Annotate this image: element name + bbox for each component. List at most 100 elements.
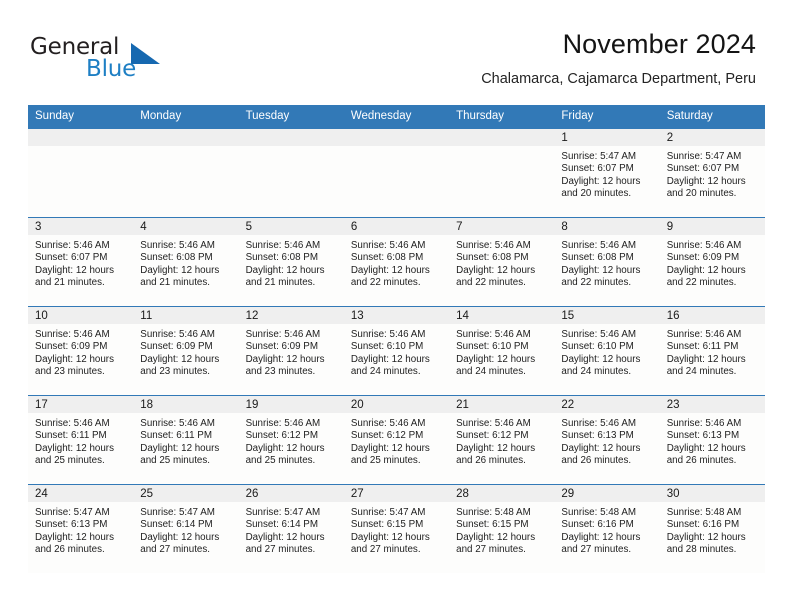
daylight-text: Daylight: 12 hours and 22 minutes. [666,264,746,289]
day-cell-details: Sunrise: 5:46 AM Sunset: 6:10 PM Daylight:… [449,324,554,379]
sunset-text: Sunset: 6:15 PM [456,519,529,531]
calendar-day-cell[interactable]: 23 Sunrise: 5:46 AM Sunset: 6:13 PM Dayligh… [659,395,765,485]
weekday-header-row: Sunday Monday Tuesday Wednesday Thursday Frid… [28,105,765,129]
day-number: 24 [28,485,134,502]
day-number: 3 [28,218,134,235]
day-cell-details: Sunrise: 5:46 AM Sunset: 6:13 PM Daylight:… [554,413,659,468]
day-cell-inner: 17 Sunrise: 5:46 AM Sunset: 6:11 PM Dayligh… [28,396,134,484]
calendar-day-cell[interactable]: 7 Sunrise: 5:46 AM Sunset: 6:08 PM Daylight… [449,217,555,307]
calendar-day-cell[interactable]: 13 Sunrise: 5:46 AM Sunset: 6:10 PM Dayligh… [343,306,450,396]
calendar-body: 1 Sunrise: 5:47 AM Sunset: 6:07 PM Daylight… [28,129,765,573]
sunset-text: Sunset: 6:14 PM [140,519,213,531]
calendar-day-cell[interactable]: 12 Sunrise: 5:46 AM Sunset: 6:09 PM Dayligh… [238,306,344,396]
sunset-text: Sunset: 6:13 PM [666,430,740,442]
daylight-text: Daylight: 12 hours and 26 minutes. [456,442,536,467]
day-number: 4 [133,218,239,235]
calendar-day-cell[interactable]: 14 Sunrise: 5:46 AM Sunset: 6:10 PM Dayligh… [449,306,555,396]
page-subtitle: Chalamarca, Cajamarca Department, Peru [481,71,756,87]
day-cell-inner [133,129,239,217]
day-cell-inner: 26 Sunrise: 5:47 AM Sunset: 6:14 PM Dayligh… [238,485,344,573]
day-cell-inner [28,129,134,217]
day-cell-inner: 20 Sunrise: 5:46 AM Sunset: 6:12 PM Dayligh… [343,396,450,484]
day-cell-inner: 25 Sunrise: 5:47 AM Sunset: 6:14 PM Dayligh… [133,485,239,573]
page-title: November 2024 [562,29,756,59]
calendar-day-cell[interactable]: 25 Sunrise: 5:47 AM Sunset: 6:14 PM Dayligh… [133,484,239,573]
calendar-day-cell[interactable]: 11 Sunrise: 5:46 AM Sunset: 6:09 PM Dayligh… [133,306,239,396]
sunset-text: Sunset: 6:14 PM [245,519,318,531]
day-number: 18 [133,396,239,413]
daylight-text: Daylight: 12 hours and 22 minutes. [350,264,430,289]
calendar-day-cell[interactable]: 15 Sunrise: 5:46 AM Sunset: 6:10 PM Dayligh… [554,306,660,396]
weekday-header-sunday: Sunday [28,105,134,129]
sunrise-text: Sunrise: 5:46 AM [35,240,110,251]
day-cell-details: Sunrise: 5:46 AM Sunset: 6:13 PM Daylight:… [660,413,765,468]
day-cell-inner: 4 Sunrise: 5:46 AM Sunset: 6:08 PM Daylight… [133,218,239,306]
day-cell-inner [449,129,555,217]
daylight-text: Daylight: 12 hours and 26 minutes. [561,442,641,467]
calendar-day-cell[interactable]: 26 Sunrise: 5:47 AM Sunset: 6:14 PM Dayligh… [238,484,344,573]
day-cell-details: Sunrise: 5:46 AM Sunset: 6:09 PM Daylight:… [660,235,765,290]
calendar-day-cell[interactable]: 6 Sunrise: 5:46 AM Sunset: 6:08 PM Daylight… [343,217,450,307]
calendar-day-cell[interactable]: 30 Sunrise: 5:48 AM Sunset: 6:16 PM Dayligh… [659,484,765,573]
day-cell-details: Sunrise: 5:46 AM Sunset: 6:11 PM Daylight:… [28,413,133,468]
sunset-text: Sunset: 6:07 PM [35,252,108,264]
calendar-day-cell[interactable]: 24 Sunrise: 5:47 AM Sunset: 6:13 PM Dayligh… [28,484,134,573]
day-cell-details: Sunrise: 5:47 AM Sunset: 6:07 PM Daylight:… [660,146,765,201]
daylight-text: Daylight: 12 hours and 20 minutes. [666,175,746,200]
day-cell-details: Sunrise: 5:46 AM Sunset: 6:11 PM Daylight:… [133,413,238,468]
calendar-day-cell[interactable]: 10 Sunrise: 5:46 AM Sunset: 6:09 PM Dayligh… [28,306,134,396]
day-number: 9 [659,218,765,235]
calendar-day-cell[interactable]: 28 Sunrise: 5:48 AM Sunset: 6:15 PM Dayligh… [449,484,555,573]
calendar-day-cell[interactable]: 16 Sunrise: 5:46 AM Sunset: 6:11 PM Dayligh… [659,306,765,396]
day-cell-details: Sunrise: 5:47 AM Sunset: 6:14 PM Daylight:… [133,502,238,557]
sunset-text: Sunset: 6:08 PM [350,252,424,264]
day-number: 25 [133,485,239,502]
day-number [343,129,450,146]
calendar-day-cell[interactable]: 9 Sunrise: 5:46 AM Sunset: 6:09 PM Daylight… [659,217,765,307]
day-number: 13 [343,307,450,324]
calendar-day-cell[interactable]: 17 Sunrise: 5:46 AM Sunset: 6:11 PM Dayligh… [28,395,134,485]
calendar-week-row: 3 Sunrise: 5:46 AM Sunset: 6:07 PM Daylight… [28,217,765,307]
day-number: 14 [449,307,555,324]
calendar-day-cell[interactable]: 22 Sunrise: 5:46 AM Sunset: 6:13 PM Dayligh… [554,395,660,485]
daylight-text: Daylight: 12 hours and 24 minutes. [666,353,746,378]
calendar-day-cell[interactable]: 1 Sunrise: 5:47 AM Sunset: 6:07 PM Daylight… [554,129,660,218]
sunrise-text: Sunrise: 5:47 AM [666,151,742,162]
calendar-day-cell[interactable]: 20 Sunrise: 5:46 AM Sunset: 6:12 PM Dayligh… [343,395,450,485]
sunrise-text: Sunrise: 5:46 AM [140,329,215,340]
weekday-header-tuesday: Tuesday [238,105,344,129]
calendar-day-cell[interactable]: 4 Sunrise: 5:46 AM Sunset: 6:08 PM Daylight… [133,217,239,307]
day-cell-details: Sunrise: 5:46 AM Sunset: 6:10 PM Daylight:… [554,324,659,379]
day-cell-details: Sunrise: 5:46 AM Sunset: 6:08 PM Daylight:… [133,235,238,290]
day-cell-details: Sunrise: 5:46 AM Sunset: 6:09 PM Daylight:… [239,324,344,379]
day-cell-details: Sunrise: 5:46 AM Sunset: 6:11 PM Daylight:… [660,324,765,379]
calendar-day-cell[interactable]: 3 Sunrise: 5:46 AM Sunset: 6:07 PM Daylight… [28,217,134,307]
sunrise-text: Sunrise: 5:46 AM [666,418,742,429]
day-number: 26 [238,485,344,502]
daylight-text: Daylight: 12 hours and 24 minutes. [350,353,430,378]
sunset-text: Sunset: 6:12 PM [456,430,529,442]
day-number: 1 [554,129,660,146]
calendar-day-cell[interactable]: 2 Sunrise: 5:47 AM Sunset: 6:07 PM Daylight… [659,129,765,218]
calendar-day-cell[interactable]: 19 Sunrise: 5:46 AM Sunset: 6:12 PM Dayligh… [238,395,344,485]
calendar-day-cell[interactable]: 29 Sunrise: 5:48 AM Sunset: 6:16 PM Dayligh… [554,484,660,573]
day-number: 7 [449,218,555,235]
sunrise-text: Sunrise: 5:46 AM [245,329,321,340]
calendar-day-cell[interactable]: 8 Sunrise: 5:46 AM Sunset: 6:08 PM Daylight… [554,217,660,307]
day-number: 29 [554,485,660,502]
day-cell-details: Sunrise: 5:48 AM Sunset: 6:16 PM Daylight:… [554,502,659,557]
weekday-header-saturday: Saturday [659,105,765,129]
day-cell-details: Sunrise: 5:46 AM Sunset: 6:08 PM Daylight:… [239,235,344,290]
calendar-day-cell[interactable]: 27 Sunrise: 5:47 AM Sunset: 6:15 PM Dayligh… [343,484,450,573]
day-number: 15 [554,307,660,324]
calendar-week-row: 1 Sunrise: 5:47 AM Sunset: 6:07 PM Daylight… [28,129,765,218]
calendar-day-cell[interactable]: 5 Sunrise: 5:46 AM Sunset: 6:08 PM Daylight… [238,217,344,307]
general-blue-logo[interactable]: General Blue [30,34,200,84]
sunrise-text: Sunrise: 5:47 AM [350,507,426,518]
sunset-text: Sunset: 6:13 PM [35,519,108,531]
calendar-day-cell[interactable]: 21 Sunrise: 5:46 AM Sunset: 6:12 PM Dayligh… [449,395,555,485]
calendar-day-cell[interactable]: 18 Sunrise: 5:46 AM Sunset: 6:11 PM Dayligh… [133,395,239,485]
sunset-text: Sunset: 6:10 PM [350,341,424,353]
calendar-day-cell-empty [449,129,555,218]
day-cell-inner: 18 Sunrise: 5:46 AM Sunset: 6:11 PM Dayligh… [133,396,239,484]
